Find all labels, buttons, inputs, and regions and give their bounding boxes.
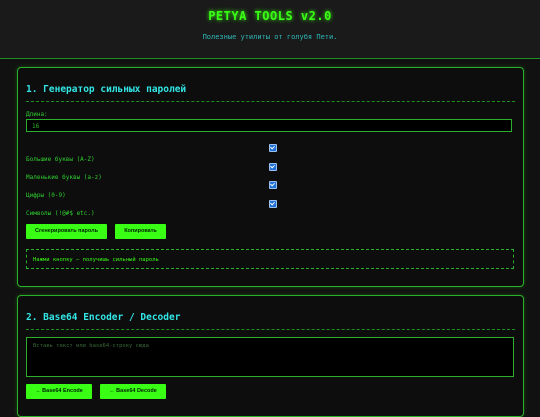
lowercase-checkbox[interactable]	[269, 163, 277, 171]
length-input[interactable]: 16	[26, 119, 512, 132]
app-subtitle: Полезные утилиты от голубя Пети.	[202, 33, 338, 41]
digits-checkbox[interactable]	[269, 181, 277, 189]
symbols-option-label: Символы (!@#$ etc.)	[26, 210, 95, 217]
app-title: PETYA TOOLS v2.0	[208, 9, 332, 23]
password-generator-card: 1. Генератор сильных паролей Длина: 16 Б…	[17, 67, 524, 287]
base64-card: 2. Base64 Encoder / Decoder Вставь текст…	[17, 295, 524, 417]
uppercase-checkbox[interactable]	[269, 144, 277, 152]
password-generator-title: 1. Генератор сильных паролей	[26, 84, 515, 102]
base64-encode-button[interactable]: → Base64 Encode	[26, 384, 92, 399]
base64-input[interactable]: Вставь текст или base64-строку сюда	[26, 337, 514, 377]
copy-button[interactable]: Копировать	[115, 224, 166, 239]
page-header: PETYA TOOLS v2.0 Полезные утилиты от гол…	[0, 0, 540, 59]
lowercase-option-label: Маленькие буквы (a-z)	[26, 174, 102, 181]
base64-title: 2. Base64 Encoder / Decoder	[26, 312, 515, 330]
digits-option-label: Цифры (0-9)	[26, 192, 66, 199]
password-output: Нажми кнопку — получишь сильный пароль	[26, 249, 514, 269]
length-label: Длина:	[26, 111, 48, 118]
base64-decode-button[interactable]: ← Base64 Decode	[100, 384, 166, 399]
symbols-checkbox[interactable]	[269, 200, 277, 208]
generate-password-button[interactable]: Сгенерировать пароль	[26, 224, 107, 239]
uppercase-option-label: Большие буквы (A-Z)	[26, 156, 95, 163]
